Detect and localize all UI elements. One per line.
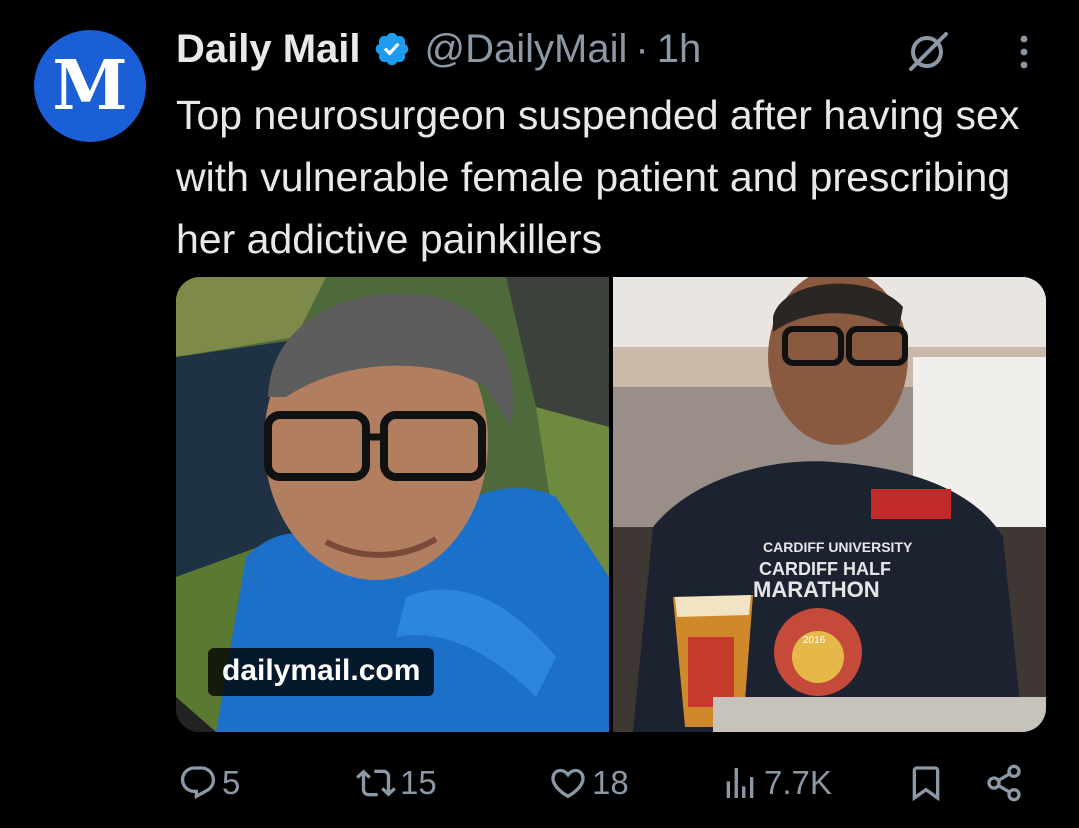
bookmark-button[interactable] bbox=[906, 755, 946, 811]
photo-right-illustration: CARDIFF UNIVERSITY CARDIFF HALF MARATHON… bbox=[613, 277, 1046, 732]
tweet-header: Daily Mail @DailyMail · 1h bbox=[176, 24, 701, 74]
shirt-text-line3: MARATHON bbox=[753, 577, 880, 602]
repost-icon bbox=[356, 769, 396, 797]
media-source-label[interactable]: dailymail.com bbox=[208, 648, 435, 696]
author-name[interactable]: Daily Mail bbox=[176, 27, 361, 72]
reply-button[interactable]: 5 bbox=[178, 755, 240, 811]
action-bar: 5 15 18 7.7K bbox=[0, 755, 1079, 811]
tweet-text: Top neurosurgeon suspended after having … bbox=[176, 92, 1020, 262]
views-button[interactable]: 7.7K bbox=[720, 755, 832, 811]
shirt-text-line1: CARDIFF UNIVERSITY bbox=[763, 539, 913, 555]
like-icon bbox=[551, 768, 585, 799]
shirt-text-line2: CARDIFF HALF bbox=[759, 559, 891, 579]
reply-icon bbox=[180, 766, 216, 800]
views-icon bbox=[726, 768, 754, 798]
media-photo-right[interactable]: CARDIFF UNIVERSITY CARDIFF HALF MARATHON… bbox=[613, 277, 1046, 732]
like-button[interactable]: 18 bbox=[548, 755, 629, 811]
like-count: 18 bbox=[592, 764, 629, 801]
share-button[interactable] bbox=[984, 755, 1024, 811]
share-icon bbox=[987, 764, 1021, 802]
repost-count: 15 bbox=[400, 764, 437, 801]
grok-icon[interactable] bbox=[905, 28, 951, 74]
avatar[interactable]: M bbox=[34, 30, 146, 142]
views-count: 7.7K bbox=[764, 764, 832, 801]
media-photo-left[interactable]: dailymail.com bbox=[176, 277, 609, 732]
avatar-logo: M bbox=[52, 46, 127, 126]
verified-badge-icon[interactable] bbox=[373, 30, 411, 68]
timestamp[interactable]: 1h bbox=[657, 27, 702, 72]
reply-count: 5 bbox=[222, 764, 241, 801]
bookmark-icon bbox=[912, 766, 940, 802]
repost-button[interactable]: 15 bbox=[356, 755, 437, 811]
more-icon[interactable] bbox=[1002, 30, 1046, 74]
tweet-media[interactable]: dailymail.com CARDIFF UNIVERSITY CARDIFF… bbox=[176, 277, 1046, 732]
author-handle[interactable]: @DailyMail bbox=[425, 27, 628, 72]
badge-year: 2016 bbox=[803, 635, 826, 646]
separator-dot: · bbox=[635, 26, 649, 71]
